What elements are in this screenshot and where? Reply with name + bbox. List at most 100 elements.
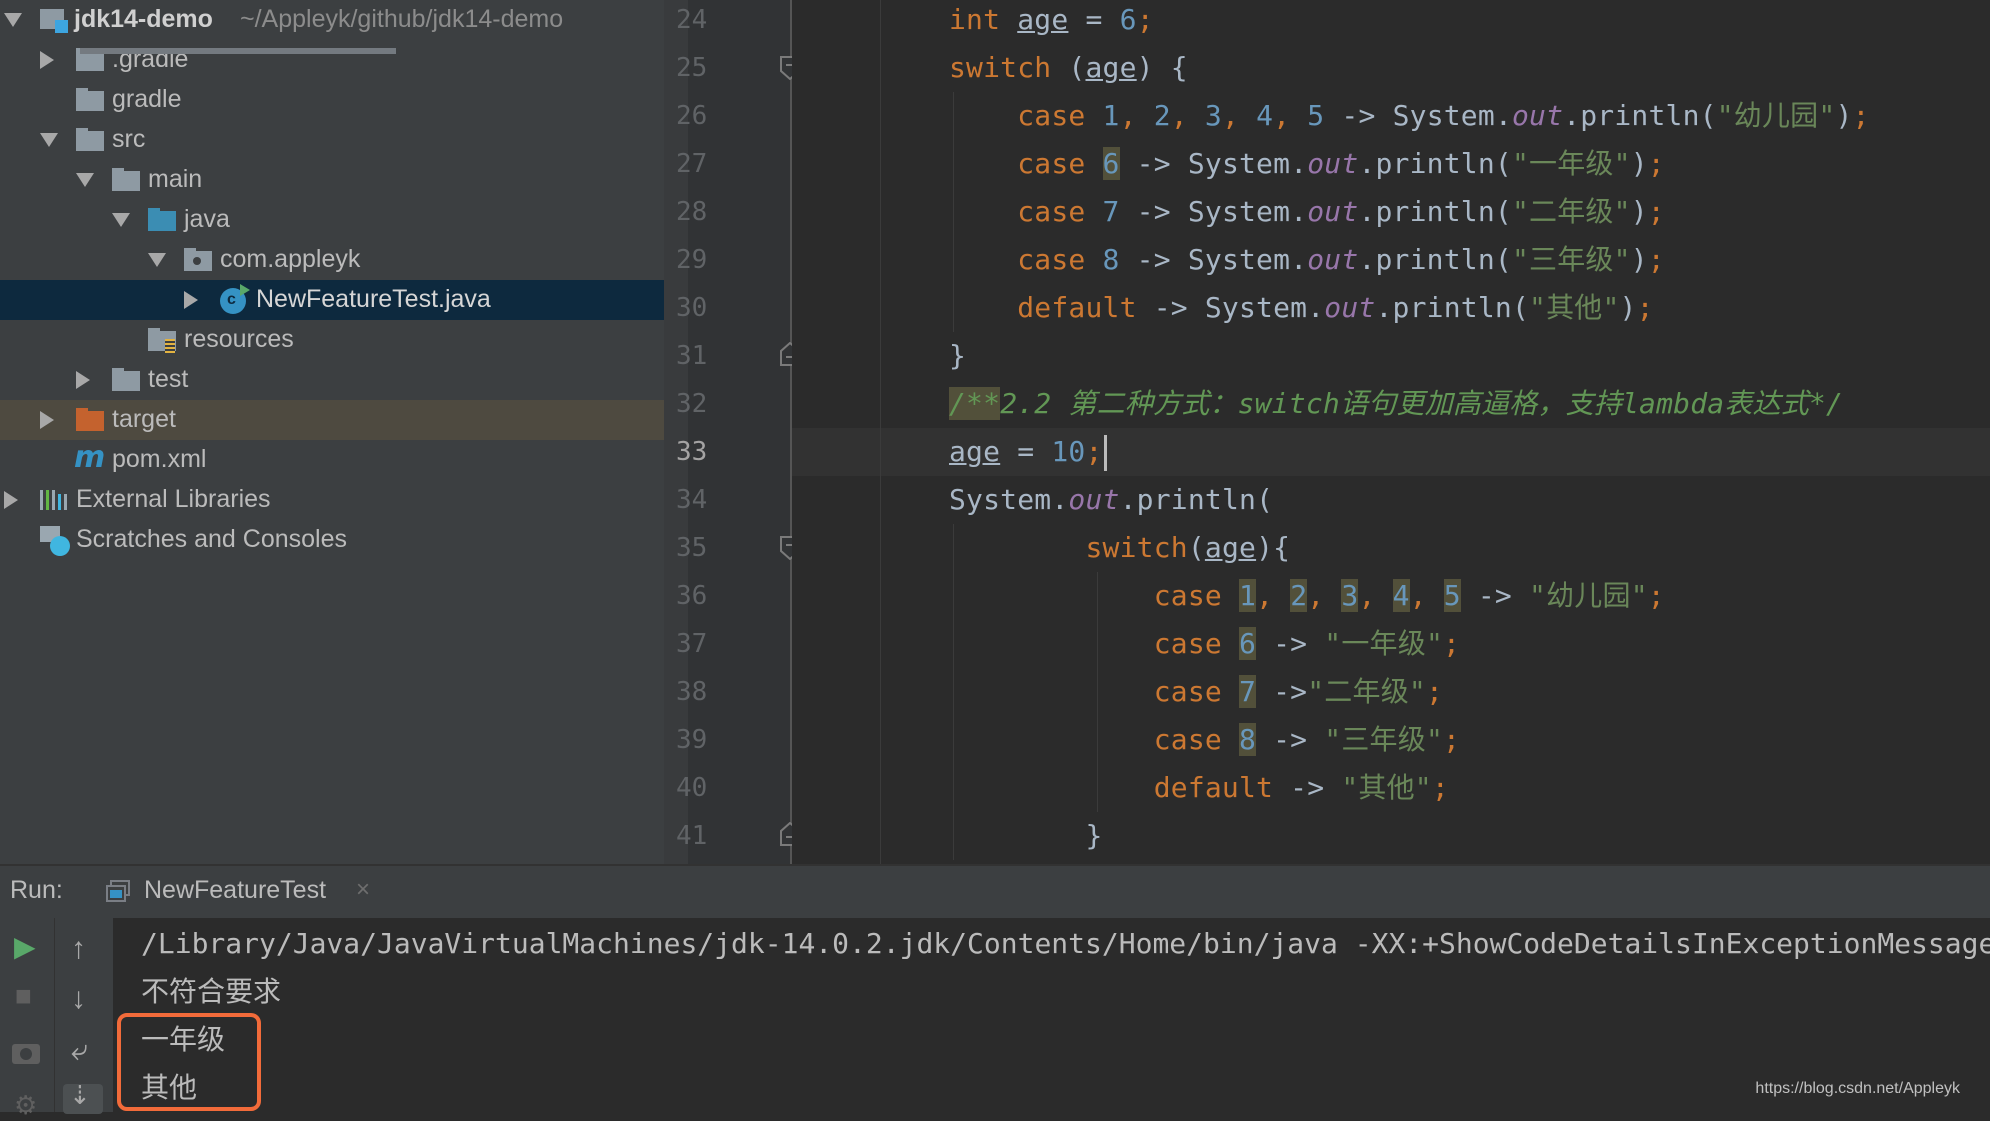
watermark: https://blog.csdn.net/Appleyk	[1755, 1080, 1960, 1097]
settings-icon[interactable]: ⚙	[14, 1090, 37, 1121]
module-folder-icon	[40, 9, 68, 33]
tree-item-gradle[interactable]: gradle	[0, 80, 664, 120]
scratches-icon	[40, 526, 72, 556]
tree-item-dot-gradle[interactable]: .gradle	[0, 40, 664, 80]
active-tab-underline	[80, 48, 396, 54]
expand-arrow-icon[interactable]	[76, 371, 90, 389]
tree-item-label: target	[112, 405, 176, 433]
run-label: Run:	[10, 876, 63, 904]
code-editor[interactable]: int age = 6; switch (age) { case 1, 2, 3…	[792, 0, 1990, 864]
soft-wrap-icon[interactable]: ⤶	[71, 1034, 88, 1068]
run-tab-label: NewFeatureTest	[144, 876, 327, 904]
output-highlight-box	[117, 1013, 261, 1111]
text-caret	[1103, 435, 1107, 471]
code-line-40: default -> "其他";	[1153, 771, 1449, 804]
line-number: 38	[676, 677, 708, 707]
folder-icon	[76, 48, 104, 71]
console-line: /Library/Java/JavaVirtualMachines/jdk-14…	[141, 927, 1990, 960]
expand-arrow-icon[interactable]	[4, 13, 22, 27]
project-name: jdk14-demo	[74, 5, 213, 33]
tree-item-label: NewFeatureTest.java	[256, 285, 491, 313]
tree-item-src[interactable]: src	[0, 120, 664, 160]
stop-icon[interactable]: ■	[15, 980, 32, 1012]
code-line-25: switch (age) {	[949, 51, 1188, 84]
code-line-39: case 8 -> "三年级";	[1153, 723, 1461, 756]
run-panel-header: Run: NewFeatureTest ×	[0, 864, 1990, 918]
tree-item-project-root[interactable]: jdk14-demo ~/Appleyk/github/jdk14-demo	[0, 0, 664, 40]
code-line-30: default -> System.out.println("其他");	[1017, 291, 1654, 324]
line-number: 36	[676, 581, 708, 611]
collapse-arrow-icon[interactable]	[148, 253, 166, 267]
line-number: 32	[676, 389, 708, 419]
collapse-arrow-icon[interactable]	[40, 133, 58, 147]
line-number: 29	[676, 245, 708, 275]
tree-item-java[interactable]: java	[0, 200, 664, 240]
code-line-38: case 7 ->"二年级";	[1153, 675, 1444, 708]
rerun-icon[interactable]: ▶	[14, 930, 36, 963]
line-number: 28	[676, 197, 708, 227]
test-folder-icon	[112, 368, 140, 391]
expand-arrow-icon[interactable]	[184, 291, 198, 309]
tree-item-label: test	[148, 365, 189, 393]
tree-item-package[interactable]: com.appleyk	[0, 240, 664, 280]
source-folder-icon	[148, 208, 176, 231]
scroll-up-icon[interactable]: ↑	[71, 932, 86, 966]
collapse-arrow-icon[interactable]	[112, 213, 130, 227]
tree-item-target[interactable]: target	[0, 400, 664, 440]
line-number: 35	[676, 533, 708, 563]
tree-item-label: main	[148, 165, 203, 193]
run-config-icon	[106, 880, 130, 902]
project-path: ~/Appleyk/github/jdk14-demo	[240, 5, 564, 33]
tree-item-label: External Libraries	[76, 485, 271, 513]
line-number: 24	[676, 5, 708, 35]
expand-arrow-icon[interactable]	[40, 51, 54, 69]
scroll-to-end-button[interactable]: ⇣	[63, 1080, 103, 1114]
tree-item-external-libraries[interactable]: External Libraries	[0, 480, 664, 520]
line-number: 40	[676, 773, 708, 803]
folder-icon	[112, 168, 140, 191]
code-line-41: }	[949, 819, 1103, 852]
expand-arrow-icon[interactable]	[40, 411, 54, 429]
excluded-folder-icon	[76, 408, 104, 431]
tree-item-pom[interactable]: m pom.xml	[0, 440, 664, 480]
scroll-to-end-icon: ⇣	[69, 1080, 91, 1110]
tree-item-test[interactable]: test	[0, 360, 664, 400]
console-output[interactable]: /Library/Java/JavaVirtualMachines/jdk-14…	[113, 918, 1990, 1112]
line-number: 41	[676, 821, 708, 851]
tree-item-resources[interactable]: resources	[0, 320, 664, 360]
code-line-37: case 6 -> "一年级";	[1153, 627, 1461, 660]
tree-item-label: com.appleyk	[220, 245, 361, 273]
code-line-33: age = 10;	[949, 428, 1107, 476]
code-line-32: /**2.2 第二种方式：switch语句更加高逼格，支持lambda表达式*/	[949, 387, 1844, 420]
tree-item-scratches[interactable]: Scratches and Consoles	[0, 520, 664, 560]
code-line-35: switch(age){	[1085, 531, 1291, 564]
run-tab-newfeaturetest[interactable]: NewFeatureTest ×	[80, 866, 396, 920]
line-number: 39	[676, 725, 708, 755]
code-line-26: case 1, 2, 3, 4, 5 -> System.out.println…	[1017, 99, 1870, 132]
collapse-arrow-icon[interactable]	[76, 173, 94, 187]
line-number: 27	[676, 149, 708, 179]
code-line-24: int age = 6;	[949, 3, 1154, 36]
expand-arrow-icon[interactable]	[4, 491, 18, 509]
tree-item-label: pom.xml	[112, 445, 207, 473]
line-number: 30	[676, 293, 708, 323]
tree-item-main[interactable]: main	[0, 160, 664, 200]
libraries-icon	[40, 490, 68, 510]
code-line-34: System.out.println(	[949, 483, 1274, 516]
tree-item-label: java	[184, 205, 230, 233]
line-number: 31	[676, 341, 708, 371]
project-tree-panel: jdk14-demo ~/Appleyk/github/jdk14-demo .…	[0, 0, 664, 864]
tree-item-label: Scratches and Consoles	[76, 525, 347, 553]
tree-item-label: resources	[184, 325, 294, 353]
code-line-36: case 1, 2, 3, 4, 5 -> "幼儿园";	[1153, 579, 1665, 612]
scroll-down-icon[interactable]: ↓	[71, 982, 86, 1016]
tree-item-newfeaturetest[interactable]: c NewFeatureTest.java	[0, 280, 664, 320]
package-icon	[184, 248, 212, 271]
close-tab-icon[interactable]: ×	[356, 876, 370, 904]
java-class-icon: c	[220, 284, 250, 314]
camera-icon[interactable]	[12, 1044, 40, 1064]
indent-guide	[880, 0, 881, 864]
code-line-27: case 6 -> System.out.println("一年级");	[1017, 147, 1665, 180]
line-number: 25	[676, 53, 708, 83]
folder-icon	[76, 128, 104, 151]
